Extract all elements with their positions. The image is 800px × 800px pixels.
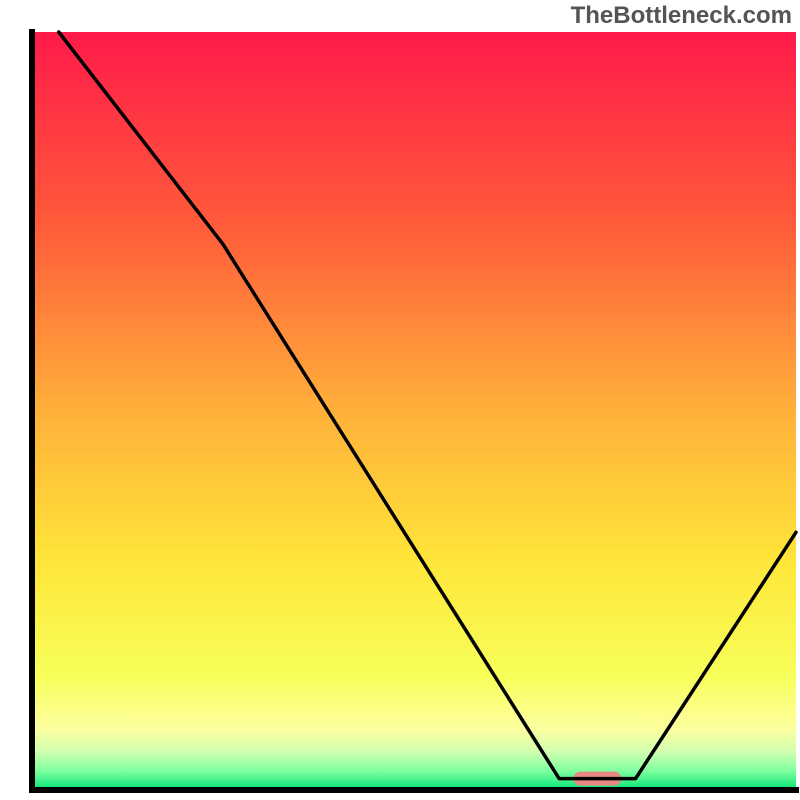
bottleneck-chart: TheBottleneck.com xyxy=(0,0,800,800)
watermark-label: TheBottleneck.com xyxy=(571,2,792,30)
chart-canvas xyxy=(0,0,800,800)
